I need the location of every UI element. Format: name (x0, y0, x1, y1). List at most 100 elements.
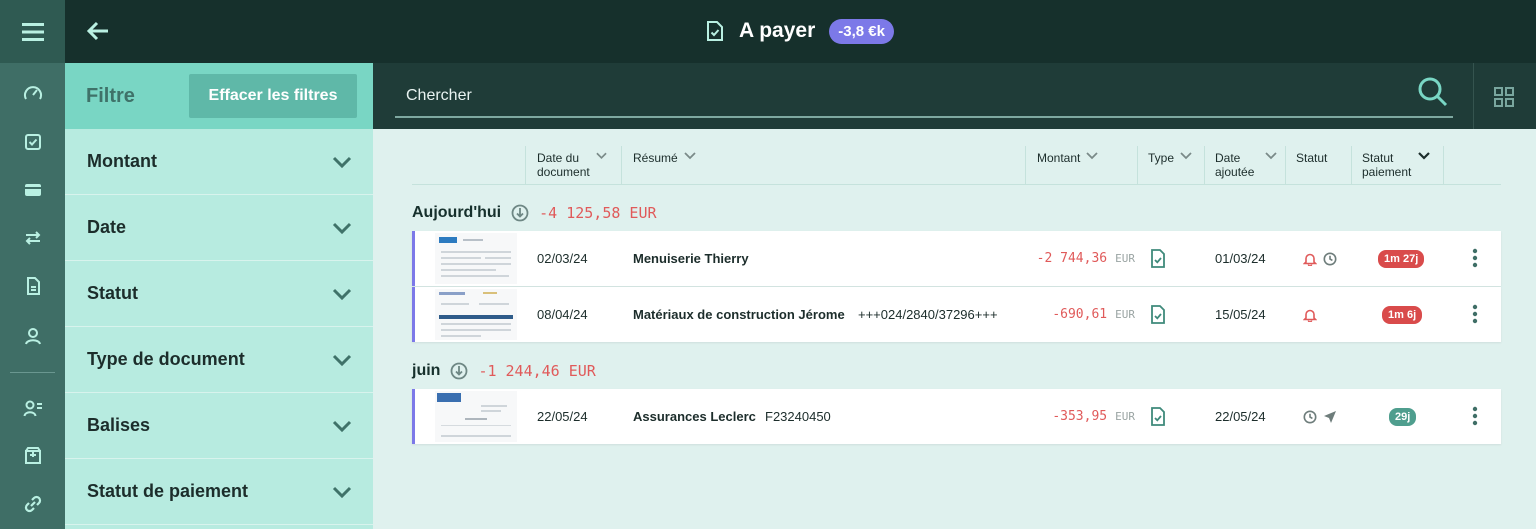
nav-dashboard[interactable] (0, 76, 65, 112)
filter-section-montant[interactable]: Montant (65, 129, 373, 195)
payment-status-cell: 1m 6j (1382, 287, 1423, 342)
person-list-icon (23, 400, 42, 417)
search-input[interactable] (395, 75, 1453, 118)
nav-rail (0, 0, 65, 529)
filter-section-balises[interactable]: Balises (65, 393, 373, 459)
search-icon[interactable] (1417, 76, 1449, 108)
payment-status-cell: 29j (1389, 389, 1417, 444)
nav-links[interactable] (0, 486, 65, 522)
filter-section-statut[interactable]: Statut (65, 261, 373, 327)
col-payment-status[interactable]: Statut paiement (1362, 146, 1442, 184)
col-statut[interactable]: Statut (1296, 146, 1327, 184)
transfer-icon (25, 231, 40, 245)
page-title-group: A payer -3,8 €k (705, 15, 894, 47)
col-date-document[interactable]: Date du document (537, 146, 607, 184)
dashboard-icon (23, 86, 42, 100)
group-header: juin -1 244,46 EUR (412, 358, 596, 384)
table-row[interactable]: 22/05/24 Assurances Leclerc F23240450 -3… (412, 389, 1501, 444)
clear-filters-button[interactable]: Effacer les filtres (189, 74, 357, 118)
date-added: 15/05/24 (1215, 307, 1266, 322)
filter-section-document-type[interactable]: Type de document (65, 327, 373, 393)
divider (1025, 146, 1026, 184)
column-label: Montant (1037, 151, 1081, 165)
group-label: juin (412, 362, 441, 379)
col-resume[interactable]: Résumé (633, 146, 696, 184)
more-options-icon[interactable] (1472, 304, 1478, 324)
back-button[interactable] (83, 16, 113, 46)
chevron-down-icon (332, 486, 352, 499)
table-row[interactable]: 08/04/24 Matériaux de construction Jérom… (412, 287, 1501, 342)
status-cell (1303, 389, 1337, 444)
divider (1351, 146, 1352, 184)
send-icon (1324, 410, 1336, 423)
payment-status-badge: 1m 6j (1382, 305, 1423, 324)
row-reference: F23240450 (765, 409, 831, 424)
document-thumbnail[interactable] (435, 233, 517, 284)
nav-people[interactable] (0, 390, 65, 426)
more-options-icon[interactable] (1472, 248, 1478, 268)
card-icon (24, 184, 41, 196)
document-thumbnail[interactable] (435, 289, 517, 340)
col-date-added[interactable]: Date ajoutée (1215, 146, 1285, 184)
document-date: 22/05/24 (537, 409, 588, 424)
chevron-down-icon (1180, 152, 1192, 160)
anchor-icon[interactable] (450, 362, 468, 380)
row-title: Matériaux de construction Jérome (633, 307, 845, 322)
table-header: Date du document Résumé Montant Type Dat… (412, 146, 1501, 185)
date-added: 01/03/24 (1215, 251, 1266, 266)
arrow-left-icon (86, 21, 108, 41)
status-cell (1303, 287, 1317, 342)
row-amount: -690,61 (1052, 307, 1108, 322)
nav-tasks[interactable] (0, 124, 65, 160)
nav-contacts[interactable] (0, 318, 65, 354)
anchor-icon[interactable] (511, 204, 529, 222)
hamburger-icon (21, 22, 44, 41)
type-cell (1150, 287, 1166, 342)
divider (525, 146, 526, 184)
group-label: Aujourd'hui (412, 204, 502, 221)
document-thumbnail[interactable] (435, 391, 517, 442)
nav-documents[interactable] (0, 268, 65, 304)
column-label: Type (1148, 151, 1175, 165)
chevron-down-icon (332, 354, 352, 367)
archive-icon (24, 447, 41, 464)
menu-button[interactable] (0, 0, 65, 63)
grid-view-icon[interactable] (1493, 86, 1515, 108)
bell-icon (1303, 309, 1317, 322)
date-added: 22/05/24 (1215, 409, 1266, 424)
col-montant[interactable]: Montant (1037, 146, 1098, 184)
column-label: Date du document (537, 151, 590, 179)
filter-section-label: Type de document (87, 349, 245, 369)
chevron-down-icon (332, 288, 352, 301)
document-date: 08/04/24 (537, 307, 588, 322)
col-type[interactable]: Type (1148, 146, 1192, 184)
filter-section-payment-status[interactable]: Statut de paiement (65, 459, 373, 525)
rail-divider (10, 372, 55, 373)
payment-status-badge: 1m 27j (1378, 249, 1425, 268)
payment-status-cell: 1m 27j (1378, 231, 1425, 286)
type-cell (1150, 389, 1166, 444)
amount-cell: -690,61 EUR (995, 287, 1135, 342)
filter-header: Filtre Effacer les filtres (65, 63, 373, 129)
filter-panel: Filtre Effacer les filtres Montant Date … (65, 63, 373, 529)
chevron-down-icon (684, 152, 696, 160)
nav-transfers[interactable] (0, 220, 65, 256)
clock-icon (1303, 410, 1317, 423)
divider (1443, 146, 1444, 184)
filter-section-date[interactable]: Date (65, 195, 373, 261)
divider (621, 146, 622, 184)
filter-section-label: Statut (87, 283, 138, 303)
row-reference: +++024/2840/37296+++ (858, 307, 998, 322)
divider (1204, 146, 1205, 184)
filter-section-label: Balises (87, 415, 151, 435)
more-options-icon[interactable] (1472, 406, 1478, 426)
table-row[interactable]: 02/03/24 Menuiserie Thierry -2 744,36 EU… (412, 231, 1501, 286)
divider (1285, 146, 1286, 184)
bell-icon (1303, 253, 1317, 266)
chevron-down-icon (1086, 152, 1098, 160)
page-title: A payer (739, 19, 816, 42)
nav-cards[interactable] (0, 172, 65, 208)
amount-cell: -2 744,36 EUR (995, 231, 1135, 286)
nav-archive[interactable] (0, 438, 65, 474)
contacts-icon (24, 328, 41, 345)
